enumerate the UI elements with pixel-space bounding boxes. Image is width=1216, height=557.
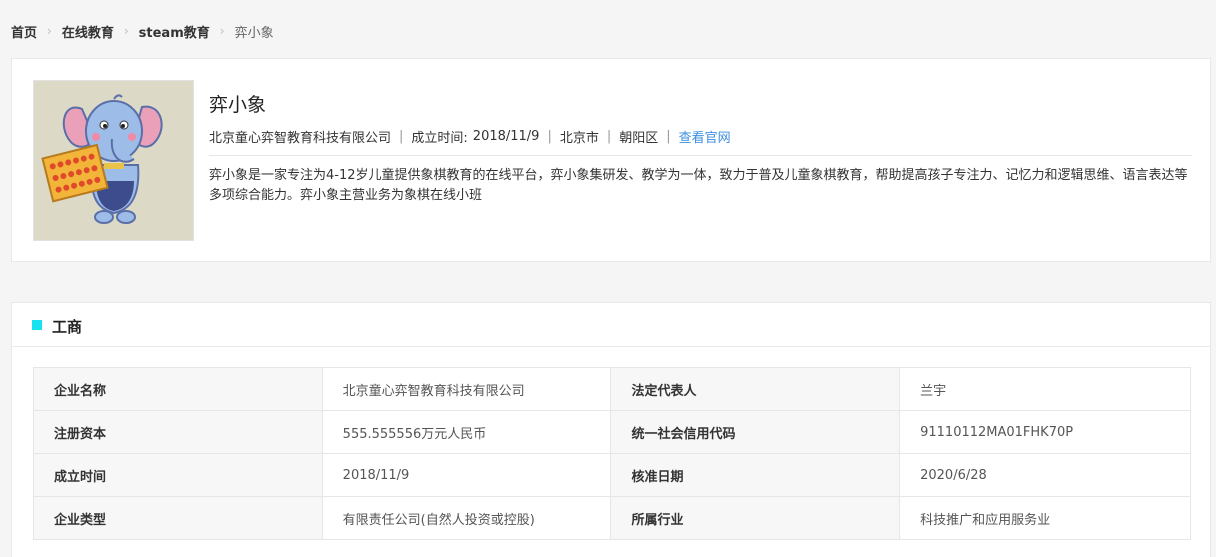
field-value: 2020/6/28: [899, 453, 1191, 497]
meta-separator: |: [399, 129, 404, 144]
chevron-right-icon: ›: [47, 24, 52, 38]
section-title: 工商: [52, 318, 83, 336]
table-row: 企业类型 有限责任公司(自然人投资或控股) 所属行业 科技推广和应用服务业: [33, 496, 1191, 540]
field-label: 注册资本: [33, 410, 323, 454]
divider: [209, 155, 1192, 156]
field-label: 成立时间: [33, 453, 323, 497]
table-row: 企业名称 北京童心弈智教育科技有限公司 法定代表人 兰宇: [33, 367, 1191, 411]
section-marker-icon: [32, 320, 42, 330]
company-logo: [33, 80, 194, 241]
meta-separator: |: [547, 129, 552, 144]
founded-label: 成立时间:: [411, 131, 468, 146]
chevron-right-icon: ›: [123, 24, 129, 38]
breadcrumb-current: 弈小象: [234, 25, 274, 41]
field-label: 统一社会信用代码: [610, 410, 901, 454]
table-row: 注册资本 555.555556万元人民币 统一社会信用代码 91110112MA…: [33, 410, 1191, 454]
field-label: 企业名称: [33, 367, 323, 411]
breadcrumb-online-education[interactable]: 在线教育: [62, 22, 114, 41]
founded-date: 2018/11/9: [472, 129, 540, 144]
meta-separator: |: [606, 129, 612, 144]
company-name: 弈小象: [209, 94, 267, 116]
field-value: 科技推广和应用服务业: [899, 496, 1191, 540]
business-info-card: 工商 企业名称 北京童心弈智教育科技有限公司 法定代表人 兰宇 注册资本 555…: [11, 302, 1211, 557]
company-card: 弈小象 北京童心弈智教育科技有限公司 | 成立时间: 2018/11/9 | 北…: [11, 58, 1211, 262]
breadcrumb-home[interactable]: 首页: [11, 22, 37, 41]
company-meta: 北京童心弈智教育科技有限公司 | 成立时间: 2018/11/9 | 北京市 |…: [209, 127, 731, 146]
field-label: 核准日期: [610, 453, 901, 497]
field-value: 有限责任公司(自然人投资或控股): [321, 496, 612, 540]
field-label: 企业类型: [33, 496, 323, 540]
legal-name: 北京童心弈智教育科技有限公司: [209, 131, 392, 146]
company-description: 弈小象是一家专注为4-12岁儿童提供象棋教育的在线平台，弈小象集研发、教学为一体…: [209, 168, 1188, 203]
district: 朝阳区: [619, 131, 659, 146]
breadcrumb-steam-education[interactable]: steam教育: [139, 22, 210, 41]
field-value: 91110112MA01FHK70P: [899, 410, 1191, 454]
field-label: 法定代表人: [610, 367, 901, 411]
field-value: 2018/11/9: [321, 453, 612, 497]
field-value: 555.555556万元人民币: [321, 410, 612, 454]
table-row: 成立时间 2018/11/9 核准日期 2020/6/28: [33, 453, 1191, 497]
elephant-mascot-icon: [41, 94, 163, 224]
section-header: 工商: [12, 303, 1210, 347]
breadcrumb: 首页 › 在线教育 › steam教育 › 弈小象: [11, 21, 274, 41]
field-value: 北京童心弈智教育科技有限公司: [321, 367, 612, 411]
field-label: 所属行业: [610, 496, 901, 540]
field-value: 兰宇: [899, 367, 1191, 411]
business-info-table: 企业名称 北京童心弈智教育科技有限公司 法定代表人 兰宇 注册资本 555.55…: [33, 367, 1191, 540]
meta-separator: |: [666, 129, 671, 144]
website-link[interactable]: 查看官网: [679, 127, 731, 146]
chevron-right-icon: ›: [219, 24, 225, 38]
city: 北京市: [559, 131, 599, 146]
